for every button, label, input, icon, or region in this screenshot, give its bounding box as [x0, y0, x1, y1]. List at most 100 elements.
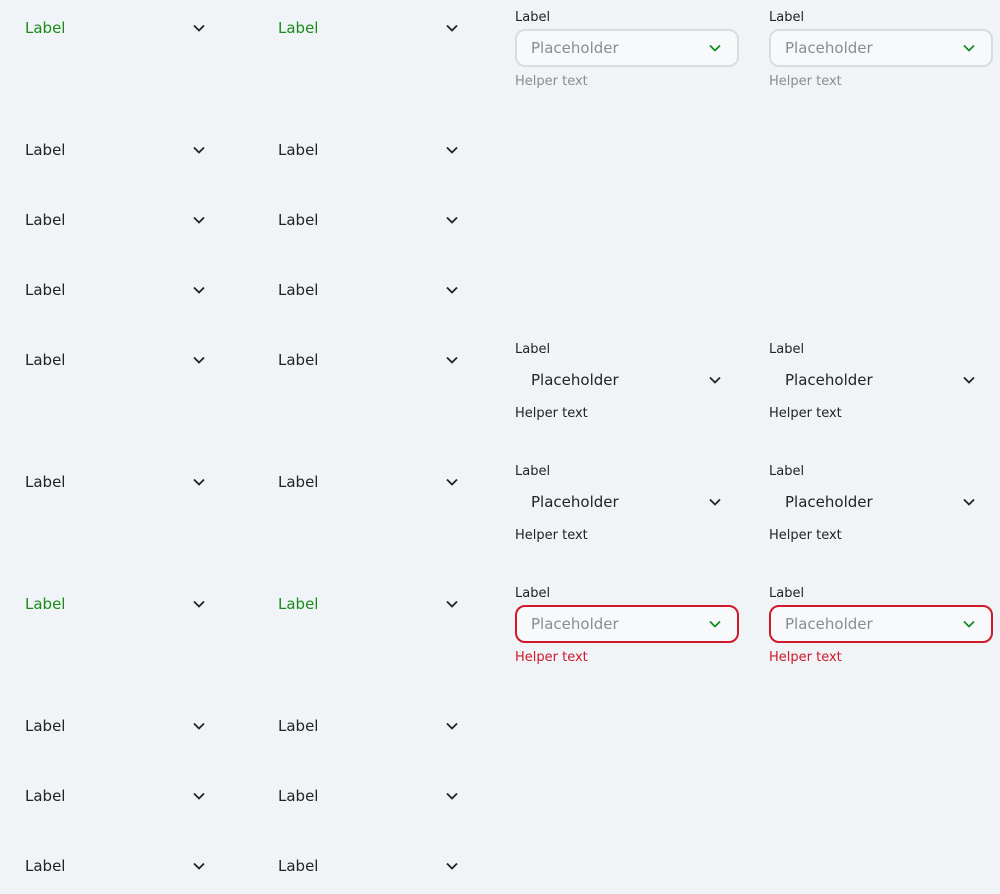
select-placeholder: Placeholder [531, 615, 619, 633]
dropdown-trigger-row9-col1[interactable]: Label [13, 776, 213, 816]
select-placeholder: Placeholder [785, 371, 873, 389]
chevron-down-icon [446, 146, 458, 154]
dropdown-label: Label [278, 595, 319, 613]
chevron-down-icon [193, 286, 205, 294]
chevron-down-icon [709, 498, 721, 506]
dropdown-label: Label [278, 19, 319, 37]
chevron-down-icon [963, 44, 975, 52]
dropdown-trigger-row7-col2[interactable]: Label [266, 584, 466, 624]
dropdown-label: Label [25, 857, 66, 875]
chevron-down-icon [193, 792, 205, 800]
chevron-down-icon [193, 216, 205, 224]
dropdown-trigger-row9-col2[interactable]: Label [266, 776, 466, 816]
helper-text: Helper text [515, 406, 588, 421]
select-placeholder: Placeholder [531, 39, 619, 57]
chevron-down-icon [193, 862, 205, 870]
chevron-down-icon [446, 600, 458, 608]
dropdown-trigger-row6-col2[interactable]: Label [266, 462, 466, 502]
dropdown-trigger-row4-col1[interactable]: Label [13, 270, 213, 310]
chevron-down-icon [446, 792, 458, 800]
select-plain-1: Label Placeholder Helper text [515, 341, 739, 423]
dropdown-trigger-row1-col1[interactable]: Label [13, 8, 213, 48]
chevron-down-icon [193, 600, 205, 608]
helper-text: Helper text [515, 528, 588, 543]
dropdown-label: Label [278, 281, 319, 299]
helper-text: Helper text [769, 650, 842, 665]
field-label: Label [769, 10, 805, 25]
select-box[interactable]: Placeholder [515, 29, 739, 67]
dropdown-trigger-row2-col1[interactable]: Label [13, 130, 213, 170]
field-label: Label [515, 586, 551, 601]
chevron-down-icon [193, 722, 205, 730]
dropdown-trigger-row6-col1[interactable]: Label [13, 462, 213, 502]
dropdown-label: Label [25, 141, 66, 159]
select-box[interactable]: Placeholder [769, 483, 993, 521]
chevron-down-icon [709, 44, 721, 52]
field-label: Label [769, 464, 805, 479]
chevron-down-icon [193, 478, 205, 486]
dropdown-label: Label [278, 211, 319, 229]
dropdown-trigger-row3-col1[interactable]: Label [13, 200, 213, 240]
dropdown-label: Label [25, 787, 66, 805]
chevron-down-icon [963, 620, 975, 628]
dropdown-label: Label [278, 857, 319, 875]
dropdown-trigger-row3-col2[interactable]: Label [266, 200, 466, 240]
select-plain-3: Label Placeholder Helper text [515, 463, 739, 545]
dropdown-label: Label [278, 473, 319, 491]
select-box[interactable]: Placeholder [769, 605, 993, 643]
chevron-down-icon [709, 620, 721, 628]
dropdown-label: Label [25, 19, 66, 37]
select-plain-2: Label Placeholder Helper text [769, 341, 993, 423]
dropdown-trigger-row5-col2[interactable]: Label [266, 340, 466, 380]
select-placeholder: Placeholder [785, 493, 873, 511]
dropdown-label: Label [278, 717, 319, 735]
field-label: Label [769, 586, 805, 601]
select-placeholder: Placeholder [785, 39, 873, 57]
dropdown-label: Label [25, 351, 66, 369]
helper-text: Helper text [769, 406, 842, 421]
chevron-down-icon [446, 286, 458, 294]
chevron-down-icon [193, 24, 205, 32]
select-box[interactable]: Placeholder [515, 605, 739, 643]
dropdown-label: Label [25, 211, 66, 229]
chevron-down-icon [963, 498, 975, 506]
field-label: Label [515, 10, 551, 25]
chevron-down-icon [963, 376, 975, 384]
dropdown-label: Label [25, 281, 66, 299]
chevron-down-icon [446, 478, 458, 486]
helper-text: Helper text [515, 74, 588, 89]
field-label: Label [769, 342, 805, 357]
select-box[interactable]: Placeholder [769, 361, 993, 399]
dropdown-trigger-row4-col2[interactable]: Label [266, 270, 466, 310]
dropdown-label: Label [278, 141, 319, 159]
select-box[interactable]: Placeholder [515, 361, 739, 399]
dropdown-trigger-row10-col1[interactable]: Label [13, 846, 213, 886]
select-placeholder: Placeholder [531, 371, 619, 389]
dropdown-trigger-row8-col1[interactable]: Label [13, 706, 213, 746]
dropdown-label: Label [278, 351, 319, 369]
select-placeholder: Placeholder [531, 493, 619, 511]
chevron-down-icon [446, 216, 458, 224]
chevron-down-icon [193, 146, 205, 154]
field-label: Label [515, 342, 551, 357]
dropdown-trigger-row10-col2[interactable]: Label [266, 846, 466, 886]
dropdown-label: Label [25, 473, 66, 491]
helper-text: Helper text [769, 528, 842, 543]
chevron-down-icon [193, 356, 205, 364]
select-placeholder: Placeholder [785, 615, 873, 633]
dropdown-trigger-row5-col1[interactable]: Label [13, 340, 213, 380]
select-box[interactable]: Placeholder [515, 483, 739, 521]
dropdown-label: Label [278, 787, 319, 805]
chevron-down-icon [446, 722, 458, 730]
dropdown-trigger-row2-col2[interactable]: Label [266, 130, 466, 170]
select-plain-4: Label Placeholder Helper text [769, 463, 993, 545]
dropdown-trigger-row1-col2[interactable]: Label [266, 8, 466, 48]
field-label: Label [515, 464, 551, 479]
select-error-1: Label Placeholder Helper text [515, 585, 739, 667]
chevron-down-icon [446, 356, 458, 364]
dropdown-trigger-row7-col1[interactable]: Label [13, 584, 213, 624]
chevron-down-icon [446, 862, 458, 870]
select-box[interactable]: Placeholder [769, 29, 993, 67]
select-default-2: Label Placeholder Helper text [769, 9, 993, 91]
dropdown-trigger-row8-col2[interactable]: Label [266, 706, 466, 746]
